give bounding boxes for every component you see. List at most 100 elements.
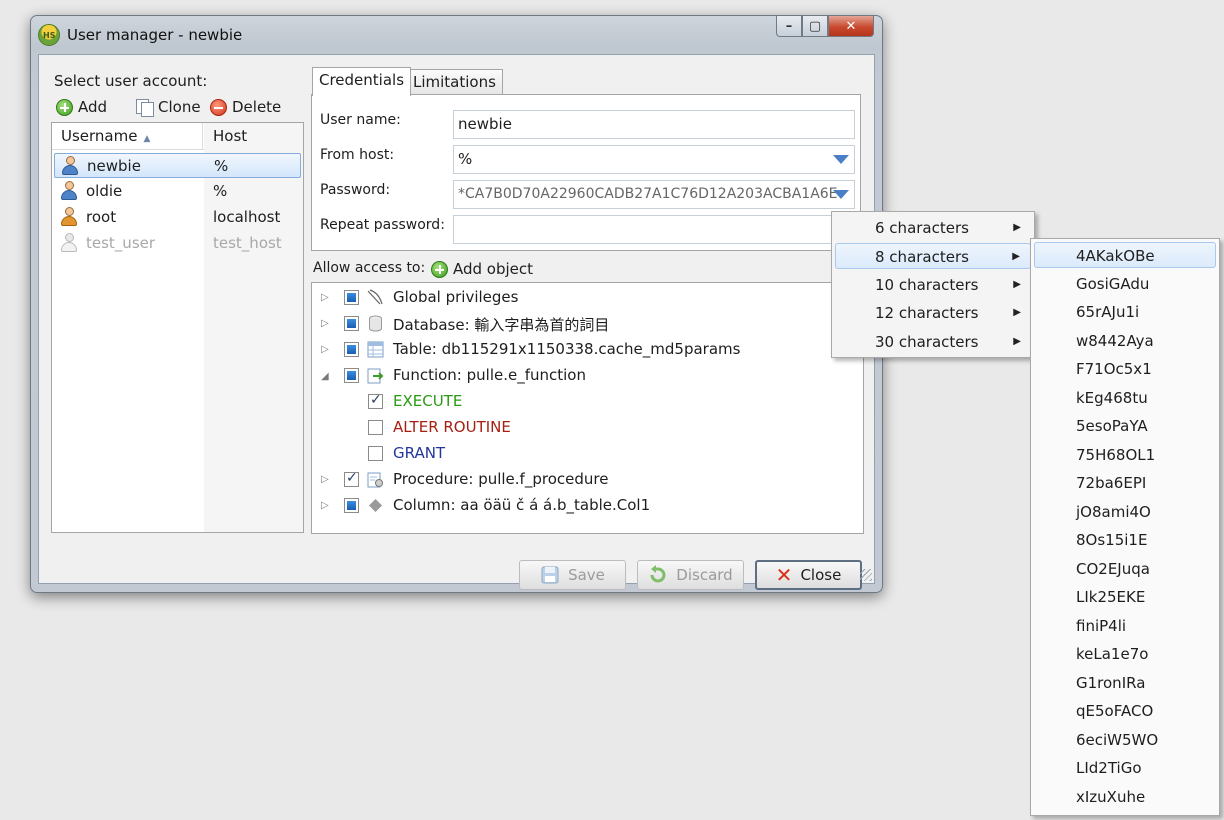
save-button[interactable]: Save (519, 560, 626, 590)
tree-checkbox[interactable] (344, 290, 359, 305)
tree-node-procedure[interactable]: ▷ Procedure: pulle.f_procedure (312, 469, 852, 493)
generated-password-item[interactable]: kEg468tu (1034, 385, 1216, 411)
window-close-button[interactable]: ✕ (828, 16, 874, 37)
tree-node-global[interactable]: ▷ Global privileges (312, 287, 852, 311)
user-row-oldie[interactable]: oldie % (54, 179, 301, 204)
user-row-root[interactable]: root localhost (54, 205, 301, 230)
tree-checkbox[interactable] (344, 498, 359, 513)
generated-password-item[interactable]: 6eciW5WO (1034, 727, 1216, 753)
delete-user-button[interactable]: Delete (210, 98, 281, 116)
tree-checkbox[interactable] (344, 342, 359, 357)
add-user-button[interactable]: Add (56, 98, 107, 116)
generated-password-label: 5esoPaYA (1076, 417, 1148, 435)
expand-icon[interactable]: ▷ (321, 474, 329, 485)
tab-credentials[interactable]: Credentials (312, 67, 412, 96)
repeat-password-field[interactable] (453, 215, 855, 244)
menu-item-30-characters[interactable]: 30 characters ▶ (835, 329, 1031, 355)
tree-node-column[interactable]: ▷ Column: aa öäü č á á.b_table.Col1 (312, 495, 852, 519)
submenu-arrow-icon: ▶ (1013, 307, 1021, 318)
expand-icon[interactable]: ▷ (321, 292, 329, 303)
privileges-tree[interactable]: ▷ Global privileges ▷ Database: 輸入字串為首的詞… (311, 282, 864, 534)
user-row-name: oldie (86, 182, 123, 200)
tree-node-table[interactable]: ▷ Table: db115291x1150338.cache_md5param… (312, 339, 852, 363)
tree-node-function[interactable]: ◢ Function: pulle.e_function (312, 365, 852, 389)
generated-password-item[interactable]: qE5oFACO (1034, 698, 1216, 724)
tree-node-alter-routine[interactable]: ALTER ROUTINE (312, 417, 612, 441)
discard-button[interactable]: Discard (637, 560, 744, 590)
generated-password-item[interactable]: F71Oc5x1 (1034, 356, 1216, 382)
password-generator-arrow-icon[interactable] (833, 190, 849, 199)
submenu-arrow-icon: ▶ (1013, 222, 1021, 233)
fromhost-dropdown[interactable]: % (453, 145, 855, 174)
generated-password-item[interactable]: xIzuXuhe (1034, 784, 1216, 810)
generated-password-item[interactable]: 65rAJu1i (1034, 299, 1216, 325)
generated-password-item[interactable]: keLa1e7o (1034, 641, 1216, 667)
tree-node-execute[interactable]: EXECUTE (312, 391, 612, 415)
expand-icon[interactable]: ▷ (321, 344, 329, 355)
user-row-newbie[interactable]: newbie % (54, 153, 301, 178)
username-field[interactable]: newbie (453, 110, 855, 139)
resize-grip[interactable] (860, 569, 872, 581)
password-field[interactable]: *CA7B0D70A22960CADB27A1C76D12A203ACBA1A6… (453, 180, 855, 209)
generated-password-item[interactable]: CO2EJuqa (1034, 556, 1216, 582)
menu-item-10-characters[interactable]: 10 characters ▶ (835, 272, 1031, 298)
generated-password-item[interactable]: 72ba6EPI (1034, 470, 1216, 496)
title-bar[interactable]: HS User manager - newbie – ▢ ✕ (31, 16, 882, 54)
menu-item-8-characters[interactable]: 8 characters ▶ (835, 243, 1031, 269)
username-column-header[interactable]: Username ▲ (52, 123, 203, 150)
maximize-icon: ▢ (808, 18, 822, 34)
menu-item-6-characters[interactable]: 6 characters ▶ (835, 215, 1031, 241)
close-button[interactable]: ✕ Close (755, 560, 862, 590)
save-label: Save (568, 566, 605, 584)
generated-password-label: w8442Aya (1076, 331, 1154, 350)
generated-password-item[interactable]: 5esoPaYA (1034, 413, 1216, 439)
tree-node-label: Table: db115291x1150338.cache_md5params (393, 340, 741, 358)
delete-icon (210, 98, 227, 116)
generated-password-item[interactable]: LIk25EKE (1034, 584, 1216, 610)
generated-password-item[interactable]: 4AKakOBe (1034, 242, 1216, 268)
fromhost-label: From host: (320, 147, 395, 163)
user-row-host: % (213, 182, 228, 200)
generated-password-item[interactable]: 75H68OL1 (1034, 442, 1216, 468)
window-controls: – ▢ ✕ (776, 16, 874, 38)
menu-item-12-characters[interactable]: 12 characters ▶ (835, 300, 1031, 326)
generated-password-item[interactable]: w8442Aya (1034, 328, 1216, 354)
maximize-button[interactable]: ▢ (802, 16, 828, 37)
alter-routine-checkbox[interactable] (368, 420, 383, 435)
execute-checkbox[interactable] (368, 392, 383, 409)
add-object-button[interactable]: Add object (431, 260, 533, 278)
generated-password-label: 6eciW5WO (1076, 730, 1159, 749)
grant-checkbox[interactable] (368, 446, 383, 461)
user-row-host: test_host (213, 234, 282, 252)
tab-limitations[interactable]: Limitations (406, 69, 503, 96)
tree-checkbox[interactable] (344, 470, 359, 487)
user-list[interactable]: Username ▲ Host newbie % oldie % root loc… (51, 122, 304, 533)
add-icon (56, 98, 73, 116)
close-label: Close (800, 566, 842, 584)
generated-password-item[interactable]: G1ronIRa (1034, 670, 1216, 696)
tree-node-database[interactable]: ▷ Database: 輸入字串為首的詞目 (312, 313, 852, 337)
minimize-button[interactable]: – (776, 16, 802, 37)
tree-checkbox[interactable] (344, 316, 359, 331)
generated-password-item[interactable]: finiP4li (1034, 613, 1216, 639)
generated-password-item[interactable]: 8Os15i1E (1034, 527, 1216, 553)
generated-password-item[interactable]: GosiGAdu (1034, 271, 1216, 297)
password-length-menu: 6 characters ▶ 8 characters ▶ 10 character… (831, 211, 1035, 358)
generated-password-item[interactable]: LId2TiGo (1034, 755, 1216, 781)
user-row-name: test_user (86, 234, 156, 252)
user-row-test-user[interactable]: test_user test_host (54, 231, 301, 256)
generated-password-label: jO8ami4O (1076, 502, 1151, 521)
collapse-icon[interactable]: ◢ (321, 371, 329, 382)
host-column-header[interactable]: Host (204, 123, 303, 150)
expand-icon[interactable]: ▷ (321, 500, 329, 511)
tree-node-grant[interactable]: GRANT (312, 443, 612, 467)
close-x-icon: ✕ (775, 563, 793, 587)
expand-icon[interactable]: ▷ (321, 318, 329, 329)
generated-password-label: 8Os15i1E (1076, 531, 1148, 549)
grant-execute-label: EXECUTE (393, 392, 463, 410)
generated-password-item[interactable]: jO8ami4O (1034, 499, 1216, 525)
disabled-user-icon (60, 233, 78, 253)
clone-user-button[interactable]: Clone (136, 98, 201, 117)
username-column-label: Username (61, 127, 138, 145)
tree-checkbox[interactable] (344, 368, 359, 383)
